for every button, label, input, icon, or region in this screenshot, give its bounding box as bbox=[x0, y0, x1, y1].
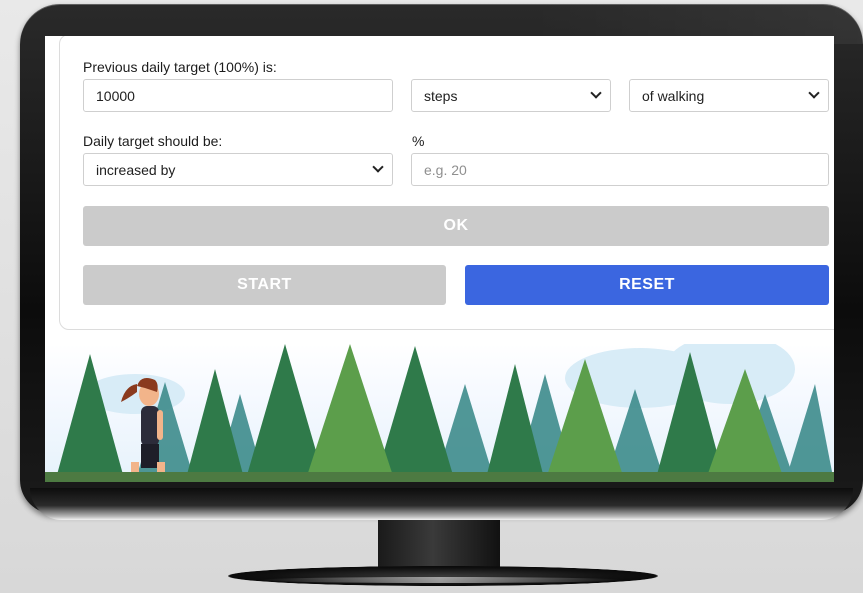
start-button[interactable]: START bbox=[83, 265, 446, 305]
direction-select[interactable]: increased by bbox=[83, 153, 393, 186]
activity-select-value: of walking bbox=[642, 87, 705, 104]
previous-target-value: 10000 bbox=[96, 87, 135, 104]
monitor-screen: Previous daily target (100%) is: 10000 s… bbox=[45, 36, 834, 482]
percent-input[interactable]: e.g. 20 bbox=[411, 153, 829, 186]
direction-select-value: increased by bbox=[96, 161, 176, 178]
monitor-stand-base bbox=[228, 566, 658, 586]
previous-target-input[interactable]: 10000 bbox=[83, 79, 393, 112]
walking-woman bbox=[121, 378, 165, 482]
daily-target-label: Daily target should be: bbox=[83, 133, 223, 149]
monitor-chin bbox=[30, 488, 853, 520]
ok-button[interactable]: OK bbox=[83, 206, 829, 246]
activity-select[interactable]: of walking bbox=[629, 79, 829, 112]
ok-button-label: OK bbox=[443, 217, 469, 234]
unit-select-value: steps bbox=[424, 87, 458, 104]
chevron-down-icon bbox=[372, 161, 384, 173]
percent-input-placeholder: e.g. 20 bbox=[424, 161, 467, 178]
previous-target-label: Previous daily target (100%) is: bbox=[83, 59, 277, 75]
reset-button-label: RESET bbox=[619, 276, 675, 293]
monitor-stand-shine bbox=[260, 577, 620, 583]
forest-trees bbox=[45, 344, 834, 482]
target-calculator-card: Previous daily target (100%) is: 10000 s… bbox=[59, 36, 834, 330]
forest-illustration bbox=[45, 344, 834, 482]
chevron-down-icon bbox=[590, 87, 602, 99]
chevron-down-icon bbox=[808, 87, 820, 99]
reset-button[interactable]: RESET bbox=[465, 265, 829, 305]
percent-label: % bbox=[412, 133, 425, 149]
start-button-label: START bbox=[237, 276, 292, 293]
unit-select[interactable]: steps bbox=[411, 79, 611, 112]
monitor-stand-neck bbox=[378, 520, 500, 572]
